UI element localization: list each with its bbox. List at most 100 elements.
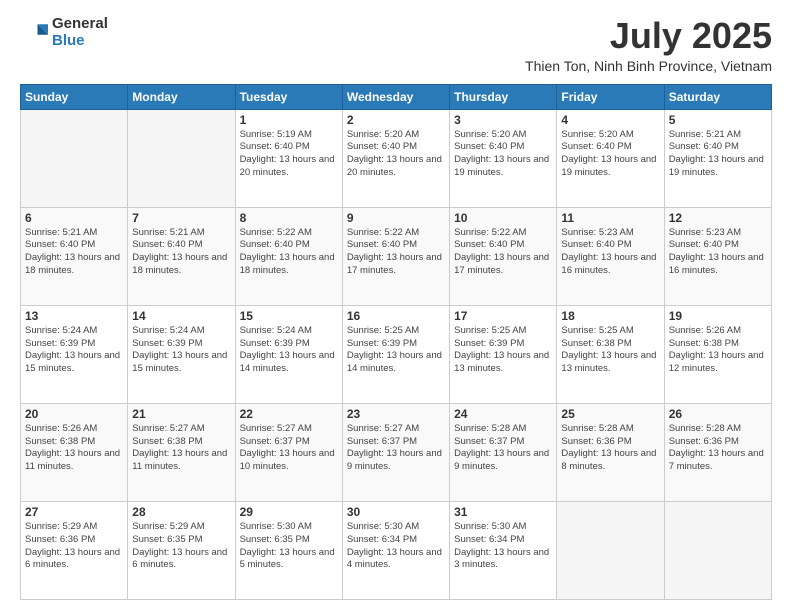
day-info: Sunrise: 5:29 AM Sunset: 6:35 PM Dayligh…	[132, 521, 230, 572]
day-info: Sunrise: 5:22 AM Sunset: 6:40 PM Dayligh…	[240, 227, 338, 278]
calendar-cell: 13Sunrise: 5:24 AM Sunset: 6:39 PM Dayli…	[21, 305, 128, 403]
calendar-cell: 27Sunrise: 5:29 AM Sunset: 6:36 PM Dayli…	[21, 501, 128, 599]
calendar-cell: 24 Sunrise: 5:28 AM Sunset: 6:37 PM Dayli…	[450, 403, 557, 501]
day-number: 9	[347, 211, 445, 225]
calendar-cell	[664, 501, 771, 599]
day-info: Sunrise: 5:30 AM Sunset: 6:35 PM Dayligh…	[240, 521, 338, 572]
calendar-cell: 14Sunrise: 5:24 AM Sunset: 6:39 PM Dayli…	[128, 305, 235, 403]
day-number: 8	[240, 211, 338, 225]
calendar-cell: 25 Sunrise: 5:28 AM Sunset: 6:36 PM Dayli…	[557, 403, 664, 501]
calendar-cell: 23 Sunrise: 5:27 AM Sunset: 6:37 PM Dayli…	[342, 403, 449, 501]
calendar-week-row: 13Sunrise: 5:24 AM Sunset: 6:39 PM Dayli…	[21, 305, 772, 403]
calendar-week-row: 1Sunrise: 5:19 AM Sunset: 6:40 PM Daylig…	[21, 109, 772, 207]
subtitle: Thien Ton, Ninh Binh Province, Vietnam	[525, 58, 772, 74]
day-number: 27	[25, 505, 123, 519]
calendar-cell: 29 Sunrise: 5:30 AM Sunset: 6:35 PM Dayli…	[235, 501, 342, 599]
day-info: Sunrise: 5:23 AM Sunset: 6:40 PM Dayligh…	[669, 227, 767, 278]
day-number: 20	[25, 407, 123, 421]
calendar-cell: 6 Sunrise: 5:21 AM Sunset: 6:40 PM Daylig…	[21, 207, 128, 305]
day-number: 30	[347, 505, 445, 519]
calendar-cell: 4Sunrise: 5:20 AM Sunset: 6:40 PM Daylig…	[557, 109, 664, 207]
calendar-cell: 28 Sunrise: 5:29 AM Sunset: 6:35 PM Dayli…	[128, 501, 235, 599]
day-info: Sunrise: 5:25 AM Sunset: 6:38 PM Dayligh…	[561, 325, 659, 376]
calendar-cell: 22Sunrise: 5:27 AM Sunset: 6:37 PM Dayli…	[235, 403, 342, 501]
day-header-saturday: Saturday	[664, 84, 771, 109]
calendar-cell: 8 Sunrise: 5:22 AM Sunset: 6:40 PM Daylig…	[235, 207, 342, 305]
calendar-week-row: 20 Sunrise: 5:26 AM Sunset: 6:38 PM Dayli…	[21, 403, 772, 501]
day-number: 17	[454, 309, 552, 323]
day-number: 5	[669, 113, 767, 127]
day-number: 25	[561, 407, 659, 421]
day-number: 18	[561, 309, 659, 323]
day-number: 21	[132, 407, 230, 421]
day-info: Sunrise: 5:22 AM Sunset: 6:40 PM Dayligh…	[347, 227, 445, 278]
day-number: 6	[25, 211, 123, 225]
title-block: July 2025 Thien Ton, Ninh Binh Province,…	[525, 16, 772, 74]
day-number: 24	[454, 407, 552, 421]
day-header-thursday: Thursday	[450, 84, 557, 109]
day-info: Sunrise: 5:19 AM Sunset: 6:40 PM Dayligh…	[240, 129, 338, 180]
calendar-cell: 15Sunrise: 5:24 AM Sunset: 6:39 PM Dayli…	[235, 305, 342, 403]
day-number: 10	[454, 211, 552, 225]
calendar-cell: 7Sunrise: 5:21 AM Sunset: 6:40 PM Daylig…	[128, 207, 235, 305]
day-info: Sunrise: 5:20 AM Sunset: 6:40 PM Dayligh…	[347, 129, 445, 180]
day-number: 2	[347, 113, 445, 127]
day-number: 26	[669, 407, 767, 421]
day-info: Sunrise: 5:28 AM Sunset: 6:36 PM Dayligh…	[561, 423, 659, 474]
day-number: 14	[132, 309, 230, 323]
day-header-tuesday: Tuesday	[235, 84, 342, 109]
day-info: Sunrise: 5:21 AM Sunset: 6:40 PM Dayligh…	[669, 129, 767, 180]
day-number: 4	[561, 113, 659, 127]
day-number: 23	[347, 407, 445, 421]
day-info: Sunrise: 5:26 AM Sunset: 6:38 PM Dayligh…	[25, 423, 123, 474]
day-info: Sunrise: 5:22 AM Sunset: 6:40 PM Dayligh…	[454, 227, 552, 278]
day-number: 28	[132, 505, 230, 519]
calendar-cell	[21, 109, 128, 207]
calendar-week-row: 6 Sunrise: 5:21 AM Sunset: 6:40 PM Daylig…	[21, 207, 772, 305]
calendar-header-row: SundayMondayTuesdayWednesdayThursdayFrid…	[21, 84, 772, 109]
logo-text: General Blue	[52, 16, 108, 49]
day-info: Sunrise: 5:24 AM Sunset: 6:39 PM Dayligh…	[25, 325, 123, 376]
logo-general: General	[52, 16, 108, 33]
calendar-cell: 11Sunrise: 5:23 AM Sunset: 6:40 PM Dayli…	[557, 207, 664, 305]
page: General Blue July 2025 Thien Ton, Ninh B…	[0, 0, 792, 612]
day-number: 19	[669, 309, 767, 323]
calendar-cell: 19Sunrise: 5:26 AM Sunset: 6:38 PM Dayli…	[664, 305, 771, 403]
day-info: Sunrise: 5:30 AM Sunset: 6:34 PM Dayligh…	[454, 521, 552, 572]
day-number: 3	[454, 113, 552, 127]
logo-blue: Blue	[52, 33, 108, 50]
day-info: Sunrise: 5:27 AM Sunset: 6:37 PM Dayligh…	[347, 423, 445, 474]
day-header-monday: Monday	[128, 84, 235, 109]
calendar-cell	[557, 501, 664, 599]
calendar-cell	[128, 109, 235, 207]
calendar-cell: 10 Sunrise: 5:22 AM Sunset: 6:40 PM Dayli…	[450, 207, 557, 305]
day-number: 29	[240, 505, 338, 519]
day-info: Sunrise: 5:21 AM Sunset: 6:40 PM Dayligh…	[25, 227, 123, 278]
day-number: 11	[561, 211, 659, 225]
header: General Blue July 2025 Thien Ton, Ninh B…	[20, 16, 772, 74]
calendar-table: SundayMondayTuesdayWednesdayThursdayFrid…	[20, 84, 772, 600]
day-info: Sunrise: 5:25 AM Sunset: 6:39 PM Dayligh…	[347, 325, 445, 376]
day-info: Sunrise: 5:28 AM Sunset: 6:36 PM Dayligh…	[669, 423, 767, 474]
day-info: Sunrise: 5:21 AM Sunset: 6:40 PM Dayligh…	[132, 227, 230, 278]
day-info: Sunrise: 5:20 AM Sunset: 6:40 PM Dayligh…	[454, 129, 552, 180]
day-info: Sunrise: 5:30 AM Sunset: 6:34 PM Dayligh…	[347, 521, 445, 572]
calendar-cell: 31Sunrise: 5:30 AM Sunset: 6:34 PM Dayli…	[450, 501, 557, 599]
calendar-cell: 21 Sunrise: 5:27 AM Sunset: 6:38 PM Dayli…	[128, 403, 235, 501]
day-info: Sunrise: 5:28 AM Sunset: 6:37 PM Dayligh…	[454, 423, 552, 474]
day-number: 12	[669, 211, 767, 225]
day-info: Sunrise: 5:25 AM Sunset: 6:39 PM Dayligh…	[454, 325, 552, 376]
logo: General Blue	[20, 16, 108, 49]
day-info: Sunrise: 5:27 AM Sunset: 6:37 PM Dayligh…	[240, 423, 338, 474]
day-info: Sunrise: 5:27 AM Sunset: 6:38 PM Dayligh…	[132, 423, 230, 474]
calendar-cell: 1Sunrise: 5:19 AM Sunset: 6:40 PM Daylig…	[235, 109, 342, 207]
day-header-wednesday: Wednesday	[342, 84, 449, 109]
calendar-cell: 3 Sunrise: 5:20 AM Sunset: 6:40 PM Daylig…	[450, 109, 557, 207]
calendar-cell: 20 Sunrise: 5:26 AM Sunset: 6:38 PM Dayli…	[21, 403, 128, 501]
day-info: Sunrise: 5:24 AM Sunset: 6:39 PM Dayligh…	[240, 325, 338, 376]
day-number: 16	[347, 309, 445, 323]
calendar-cell: 12 Sunrise: 5:23 AM Sunset: 6:40 PM Dayli…	[664, 207, 771, 305]
calendar-cell: 5 Sunrise: 5:21 AM Sunset: 6:40 PM Daylig…	[664, 109, 771, 207]
calendar-cell: 18 Sunrise: 5:25 AM Sunset: 6:38 PM Dayli…	[557, 305, 664, 403]
main-title: July 2025	[525, 16, 772, 56]
